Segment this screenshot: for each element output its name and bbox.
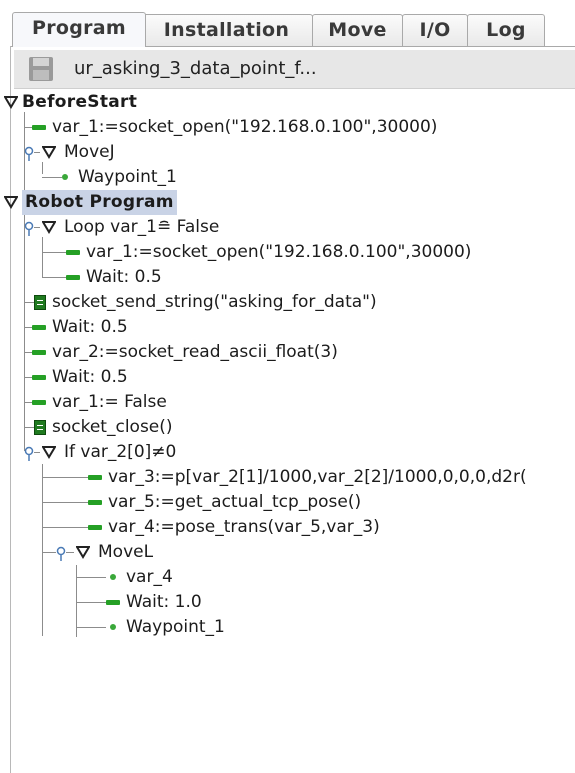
panel-border	[10, 46, 11, 773]
tree-node-assignment[interactable]: var_4:=pose_trans(var_5,var_3)	[42, 515, 380, 540]
tree-guide	[42, 177, 62, 178]
node-label: Wait: 1.0	[126, 592, 202, 612]
node-label: var_4	[126, 567, 173, 587]
tree-guide	[42, 527, 88, 528]
waypoint-dot-icon	[110, 624, 116, 630]
node-label: If var_2[0]≠0	[64, 442, 177, 462]
command-icon	[32, 375, 46, 380]
tree-node-assignment[interactable]: var_2:=socket_read_ascii_float(3)	[25, 340, 338, 365]
expand-pin-icon[interactable]	[24, 221, 36, 237]
tree-node-assignment[interactable]: var_1:=socket_open("192.168.0.100",30000…	[25, 115, 438, 140]
tab-io[interactable]: I/O	[402, 14, 468, 46]
command-icon	[88, 500, 102, 505]
tree-node-assignment[interactable]: var_3:=p[var_2[1]/1000,var_2[2]/1000,0,0…	[42, 465, 527, 490]
node-label: var_2:=socket_read_ascii_float(3)	[52, 342, 338, 362]
tree-node-waypoint[interactable]: Waypoint_1	[76, 615, 225, 640]
script-icon	[34, 295, 46, 310]
collapse-triangle-icon[interactable]	[76, 545, 90, 559]
tree-node-loop[interactable]: Loop var_1≘ False	[24, 215, 220, 240]
collapse-triangle-icon[interactable]	[42, 220, 56, 234]
program-tab-panel: Installation Move I/O Log Program ur_ask…	[0, 0, 575, 773]
node-label: Waypoint_1	[126, 617, 225, 637]
program-filename[interactable]: ur_asking_3_data_point_f...	[74, 58, 317, 79]
node-label: var_1:= False	[52, 392, 167, 412]
tab-bar: Installation Move I/O Log Program	[10, 8, 575, 47]
tree-node-script[interactable]: socket_send_string("asking_for_data")	[25, 290, 377, 315]
waypoint-dot-icon	[110, 574, 116, 580]
node-label: Wait: 0.5	[52, 367, 128, 387]
tree-node-movel[interactable]: MoveL	[42, 540, 154, 565]
tree-node-wait[interactable]: Wait: 0.5	[25, 365, 128, 390]
tree-node-script[interactable]: socket_close()	[25, 415, 173, 440]
tree-guide	[76, 577, 106, 578]
command-icon	[88, 525, 102, 530]
tree-node-wait[interactable]: Wait: 0.5	[42, 265, 162, 290]
tree-guide	[42, 237, 43, 277]
tree-node-assignment[interactable]: var_5:=get_actual_tcp_pose()	[42, 490, 362, 515]
node-label: Wait: 0.5	[86, 267, 162, 287]
node-label: var_1:=socket_open("192.168.0.100",30000…	[52, 117, 438, 137]
node-label: var_4:=pose_trans(var_5,var_3)	[108, 517, 380, 537]
tab-program[interactable]: Program	[12, 12, 146, 47]
node-label: BeforeStart	[22, 92, 138, 112]
tree-guide	[34, 452, 40, 453]
tree-guide	[42, 277, 66, 278]
node-label: socket_close()	[52, 417, 173, 437]
node-label: MoveJ	[64, 142, 115, 162]
tree-guide	[34, 227, 40, 228]
command-icon	[66, 275, 80, 280]
collapse-triangle-icon[interactable]	[4, 195, 18, 209]
node-label: MoveL	[98, 542, 154, 562]
command-icon	[32, 325, 46, 330]
tree-node-beforestart[interactable]: BeforeStart	[4, 90, 138, 115]
tab-move[interactable]: Move	[312, 14, 403, 46]
node-label: var_5:=get_actual_tcp_pose()	[108, 492, 362, 512]
tree-guide	[42, 552, 56, 553]
collapse-triangle-icon[interactable]	[4, 95, 18, 109]
tree-node-assignment[interactable]: var_1:= False	[25, 390, 167, 415]
node-label: socket_send_string("asking_for_data")	[52, 292, 377, 312]
tree-guide	[42, 252, 66, 253]
expand-pin-icon[interactable]	[24, 446, 36, 462]
program-file-bar: ur_asking_3_data_point_f...	[14, 50, 575, 89]
command-icon	[32, 125, 46, 130]
tree-guide	[42, 477, 88, 478]
tree-node-robot-program[interactable]: Robot Program	[4, 190, 177, 215]
collapse-triangle-icon[interactable]	[42, 445, 56, 459]
tree-node-waypoint[interactable]: var_4	[76, 565, 173, 590]
command-icon	[32, 400, 46, 405]
command-icon	[106, 600, 120, 605]
save-disk-icon[interactable]	[28, 56, 54, 82]
tree-guide	[42, 502, 88, 503]
tree-guide	[76, 627, 106, 628]
tree-node-wait[interactable]: Wait: 1.0	[76, 590, 202, 615]
command-icon	[66, 250, 80, 255]
command-icon	[32, 350, 46, 355]
node-label: Waypoint_1	[78, 167, 177, 187]
tree-node-wait[interactable]: Wait: 0.5	[25, 315, 128, 340]
tree-guide	[42, 464, 43, 636]
tree-node-movej[interactable]: MoveJ	[24, 140, 115, 165]
tree-node-waypoint[interactable]: Waypoint_1	[42, 165, 177, 190]
tab-installation[interactable]: Installation	[140, 14, 313, 46]
waypoint-dot-icon	[62, 174, 68, 180]
expand-pin-icon[interactable]	[56, 546, 68, 562]
command-icon	[88, 475, 102, 480]
tree-guide	[24, 214, 25, 451]
tree-guide	[76, 602, 106, 603]
tree-node-if[interactable]: If var_2[0]≠0	[24, 440, 177, 465]
tree-node-assignment[interactable]: var_1:=socket_open("192.168.0.100",30000…	[42, 240, 472, 265]
tree-guide	[34, 152, 40, 153]
node-label: Robot Program	[22, 190, 177, 215]
node-label: var_1:=socket_open("192.168.0.100",30000…	[86, 242, 472, 262]
collapse-triangle-icon[interactable]	[42, 145, 56, 159]
expand-pin-icon[interactable]	[24, 146, 36, 162]
node-label: Loop var_1≘ False	[64, 217, 220, 237]
script-icon	[34, 420, 46, 435]
tree-guide	[66, 552, 74, 553]
node-label: Wait: 0.5	[52, 317, 128, 337]
node-label: var_3:=p[var_2[1]/1000,var_2[2]/1000,0,0…	[108, 467, 527, 487]
tab-log[interactable]: Log	[467, 14, 545, 46]
